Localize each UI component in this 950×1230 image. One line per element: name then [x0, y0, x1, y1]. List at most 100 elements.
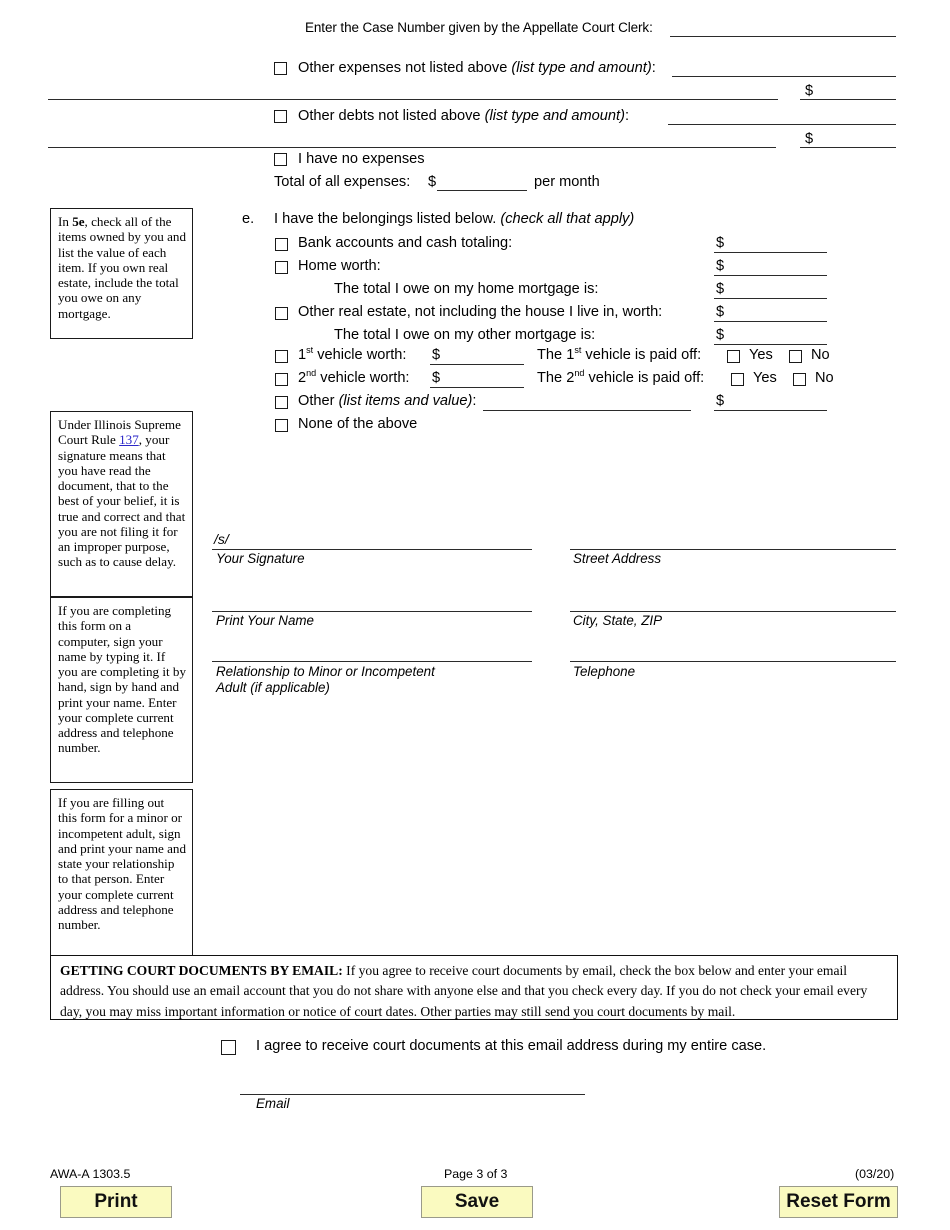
vehicle-1-dollar-sign: $ — [432, 347, 441, 363]
vehicle-1-amount-line[interactable] — [430, 364, 524, 365]
other-expenses-hint: (list type and amount) — [511, 60, 652, 76]
other-items-amount-line[interactable] — [714, 410, 827, 411]
other-items-hint: (list items and value) — [338, 393, 473, 409]
home-worth-label: Home worth: — [298, 258, 381, 274]
relationship-label-line-1: Relationship to Minor or Incompetent — [216, 664, 435, 679]
your-signature-label: Your Signature — [216, 551, 305, 566]
email-field-label: Email — [256, 1096, 290, 1111]
vehicle-2-dollar-sign: $ — [432, 370, 441, 386]
relationship-label-line-2: Adult (if applicable) — [216, 680, 330, 695]
vehicle-1-yes-label: Yes — [749, 347, 773, 363]
bank-accounts-dollar-sign: $ — [716, 235, 725, 251]
email-consent-label: I agree to receive court documents at th… — [256, 1038, 767, 1054]
home-mortgage-owed-dollar-sign: $ — [716, 281, 725, 297]
other-mortgage-owed-dollar-sign: $ — [716, 327, 725, 343]
total-expenses-label: Total of all expenses: — [274, 174, 411, 190]
belongings-heading: I have the belongings listed below. — [274, 211, 497, 227]
belongings-heading-group: I have the belongings listed below. (che… — [274, 211, 634, 227]
vehicle-2-no-label: No — [815, 370, 834, 386]
checkbox-vehicle-2-paid-off-yes[interactable] — [731, 373, 744, 386]
other-real-estate-dollar-sign: $ — [716, 304, 725, 320]
other-mortgage-owed-amount-line[interactable] — [714, 344, 827, 345]
home-mortgage-owed-amount-line[interactable] — [714, 298, 827, 299]
other-debts-colon: : — [624, 108, 630, 124]
email-notice-box: GETTING COURT DOCUMENTS BY EMAIL: If you… — [50, 955, 898, 1020]
form-page: Enter the Case Number given by the Appel… — [0, 0, 950, 1230]
checkbox-none-of-the-above[interactable] — [275, 419, 288, 432]
other-mortgage-owed-label: The total I owe on my other mortgage is: — [334, 327, 596, 343]
bank-accounts-label: Bank accounts and cash totaling: — [298, 235, 513, 251]
street-address-line[interactable] — [570, 549, 896, 550]
checkbox-vehicle-1-paid-off-yes[interactable] — [727, 350, 740, 363]
other-debts-hint: (list type and amount) — [484, 108, 625, 124]
other-expenses-input-line-2[interactable] — [48, 99, 778, 100]
checkbox-home-worth[interactable] — [275, 261, 288, 274]
telephone-label: Telephone — [573, 664, 636, 679]
other-items-description-line[interactable] — [483, 410, 691, 411]
checkbox-vehicle-1[interactable] — [275, 350, 288, 363]
other-debts-label-group: Other debts not listed above (list type … — [298, 108, 629, 124]
sidebar-note-minor: If you are filling out this form for a m… — [50, 789, 193, 958]
other-real-estate-amount-line[interactable] — [714, 321, 827, 322]
checkbox-vehicle-1-paid-off-no[interactable] — [789, 350, 802, 363]
revision-date: (03/20) — [855, 1167, 895, 1181]
signature-line[interactable] — [212, 549, 532, 550]
reset-form-button[interactable]: Reset Form — [779, 1186, 898, 1218]
total-expenses-dollar-sign: $ — [428, 174, 437, 190]
print-name-line[interactable] — [212, 611, 532, 612]
street-address-label: Street Address — [573, 551, 662, 566]
bank-accounts-amount-line[interactable] — [714, 252, 827, 253]
sidebar-note-5e-bold: 5e — [72, 214, 85, 229]
checkbox-bank-accounts[interactable] — [275, 238, 288, 251]
city-state-zip-line[interactable] — [570, 611, 896, 612]
email-notice-lead: GETTING COURT DOCUMENTS BY EMAIL: — [60, 963, 343, 978]
rule-137-link[interactable]: 137 — [119, 432, 139, 447]
home-worth-amount-line[interactable] — [714, 275, 827, 276]
total-expenses-input-line[interactable] — [437, 190, 527, 191]
print-button[interactable]: Print — [60, 1186, 172, 1218]
save-button[interactable]: Save — [421, 1186, 533, 1218]
checkbox-vehicle-2-paid-off-no[interactable] — [793, 373, 806, 386]
vehicle-2-worth-label: 2nd vehicle worth: — [298, 368, 410, 386]
case-number-input-line[interactable] — [670, 36, 896, 37]
other-debts-input-line-1[interactable] — [668, 124, 896, 125]
other-debts-label: Other debts not listed above — [298, 108, 481, 124]
form-number: AWA-A 1303.5 — [50, 1167, 131, 1181]
checkbox-other-real-estate[interactable] — [275, 307, 288, 320]
other-expenses-label: Other expenses not listed above — [298, 60, 508, 76]
other-debts-amount-line[interactable] — [800, 147, 896, 148]
other-expenses-input-line-1[interactable] — [672, 76, 896, 77]
none-of-the-above-label: None of the above — [298, 416, 418, 432]
page-number: Page 3 of 3 — [444, 1167, 508, 1181]
sidebar-note-5e-pre: In — [58, 214, 73, 229]
other-expenses-amount-line[interactable] — [800, 99, 896, 100]
checkbox-other-debts[interactable] — [274, 110, 287, 123]
vehicle-2-paid-off-label: The 2nd vehicle is paid off: — [537, 368, 705, 386]
checkbox-other-items[interactable] — [275, 396, 288, 409]
other-items-label-group: Other (list items and value): — [298, 393, 476, 409]
telephone-line[interactable] — [570, 661, 896, 662]
belongings-heading-hint: (check all that apply) — [500, 211, 635, 227]
vehicle-1-worth-label: 1st vehicle worth: — [298, 345, 407, 363]
sidebar-signing-text: If you are completing this form on a com… — [58, 603, 186, 756]
other-debts-input-line-2[interactable] — [48, 147, 776, 148]
other-expenses-dollar-sign: $ — [805, 83, 814, 99]
email-input-line[interactable] — [240, 1094, 585, 1095]
home-worth-dollar-sign: $ — [716, 258, 725, 274]
belongings-item-letter: e. — [242, 211, 255, 227]
checkbox-email-consent[interactable] — [221, 1040, 236, 1055]
city-state-zip-label: City, State, ZIP — [573, 613, 663, 628]
relationship-line[interactable] — [212, 661, 532, 662]
total-expenses-per-month: per month — [534, 174, 600, 190]
home-mortgage-owed-label: The total I owe on my home mortgage is: — [334, 281, 599, 297]
checkbox-other-expenses[interactable] — [274, 62, 287, 75]
other-items-label: Other — [298, 393, 335, 409]
other-expenses-label-group: Other expenses not listed above (list ty… — [298, 60, 656, 76]
vehicle-1-no-label: No — [811, 347, 830, 363]
other-debts-dollar-sign: $ — [805, 131, 814, 147]
sidebar-note-5e: In 5e, check all of the items owned by y… — [50, 208, 193, 339]
other-real-estate-label: Other real estate, not including the hou… — [298, 304, 663, 320]
checkbox-vehicle-2[interactable] — [275, 373, 288, 386]
vehicle-2-amount-line[interactable] — [430, 387, 524, 388]
checkbox-no-expenses[interactable] — [274, 153, 287, 166]
